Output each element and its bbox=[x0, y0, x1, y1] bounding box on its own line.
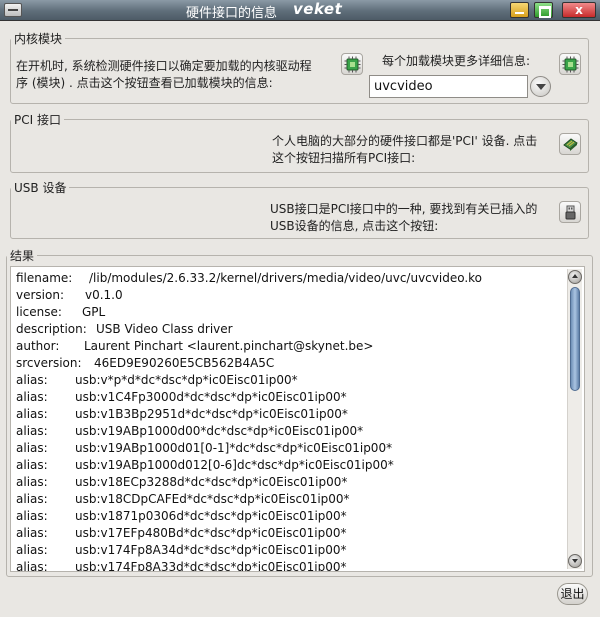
minimize-button[interactable] bbox=[510, 2, 529, 18]
result-key: author: bbox=[16, 339, 60, 353]
result-key: alias: bbox=[16, 373, 48, 387]
result-value: USB Video Class driver bbox=[96, 322, 233, 336]
scan-usb-button[interactable] bbox=[559, 201, 581, 223]
result-value: usb:v19ABp1000d00*dc*dsc*dp*ic0Eisc01ip0… bbox=[75, 424, 364, 438]
result-key: alias: bbox=[16, 458, 48, 472]
result-key: alias: bbox=[16, 390, 48, 404]
result-key: alias: bbox=[16, 424, 48, 438]
result-key: alias: bbox=[16, 407, 48, 421]
pci-desc-2: 这个按钮扫描所有PCI接口: bbox=[272, 151, 416, 165]
result-value: usb:v19ABp1000d01[0-1]*dc*dsc*dp*ic0Eisc… bbox=[75, 441, 393, 455]
pci-desc-1: 个人电脑的大部分的硬件接口都是'PCI' 设备. 点击 bbox=[272, 134, 538, 148]
chip-icon bbox=[562, 56, 579, 73]
exit-button[interactable]: 退出 bbox=[557, 583, 588, 605]
result-value: usb:v174Fp8A33d*dc*dsc*dp*ic0Eisc01ip00* bbox=[75, 560, 347, 572]
result-line: alias: usb:v1871p0306d*dc*dsc*dp*ic0Eisc0… bbox=[16, 508, 564, 525]
kernel-modules-desc-1: 在开机时, 系统检测硬件接口以确定要加载的内核驱动程 bbox=[16, 59, 312, 73]
result-line: alias: usb:v174Fp8A33d*dc*dsc*dp*ic0Eisc0… bbox=[16, 559, 564, 572]
pci-label: PCI 接口 bbox=[11, 111, 64, 128]
results-content: filename: /lib/modules/2.6.33.2/kernel/dr… bbox=[16, 270, 564, 572]
close-button[interactable]: x bbox=[562, 2, 596, 18]
result-line: srcversion: 46ED9E90260E5CB562B4A5C bbox=[16, 355, 564, 372]
result-key: alias: bbox=[16, 560, 48, 572]
title-bar[interactable]: 硬件接口的信息 veket x bbox=[0, 0, 600, 21]
result-line: author: Laurent Pinchart <laurent.pinchar… bbox=[16, 338, 564, 355]
module-details-button[interactable] bbox=[559, 53, 581, 75]
result-line: alias: usb:v1B3Bp2951d*dc*dsc*dp*ic0Eisc0… bbox=[16, 406, 564, 423]
result-line: alias: usb:v*p*d*dc*dsc*dp*ic0Eisc01ip00* bbox=[16, 372, 564, 389]
results-label: 结果 bbox=[7, 247, 38, 264]
result-value: usb:v18ECp3288d*dc*dsc*dp*ic0Eisc01ip00* bbox=[75, 475, 348, 489]
result-key: version: bbox=[16, 288, 64, 302]
kernel-modules-desc-2: 序 (模块) . 点击这个按钮查看已加载模块的信息: bbox=[16, 76, 273, 90]
result-value: usb:v19ABp1000d012[0-6]dc*dsc*dp*ic0Eisc… bbox=[75, 458, 394, 472]
module-details-label: 每个加载模块更多详细信息: bbox=[382, 54, 531, 68]
card-icon bbox=[563, 138, 578, 151]
result-line: alias: usb:v19ABp1000d01[0-1]*dc*dsc*dp*i… bbox=[16, 440, 564, 457]
result-value: usb:v1C4Fp3000d*dc*dsc*dp*ic0Eisc01ip00* bbox=[75, 390, 347, 404]
maximize-button[interactable] bbox=[534, 2, 553, 18]
module-select-input[interactable]: uvcvideo bbox=[369, 75, 528, 98]
result-value: usb:v18CDpCAFEd*dc*dsc*dp*ic0Eisc01ip00* bbox=[75, 492, 350, 506]
result-key: srcversion: bbox=[16, 356, 82, 370]
usb-plug-icon bbox=[565, 205, 576, 220]
show-modules-button[interactable] bbox=[341, 53, 363, 75]
chip-icon bbox=[344, 56, 361, 73]
result-key: filename: bbox=[16, 271, 73, 285]
window-brand: veket bbox=[293, 0, 343, 18]
result-line: alias: usb:v18CDpCAFEd*dc*dsc*dp*ic0Eisc0… bbox=[16, 491, 564, 508]
result-line: alias: usb:v19ABp1000d00*dc*dsc*dp*ic0Eis… bbox=[16, 423, 564, 440]
result-line: description: USB Video Class driver bbox=[16, 321, 564, 338]
usb-desc-2: USB设备的信息, 点击这个按钮: bbox=[270, 219, 439, 233]
usb-desc-1: USB接口是PCI接口中的一种, 要找到有关已插入的 bbox=[270, 202, 538, 216]
result-key: alias: bbox=[16, 526, 48, 540]
result-key: alias: bbox=[16, 509, 48, 523]
scan-pci-button[interactable] bbox=[559, 133, 581, 155]
scrollbar-thumb[interactable] bbox=[570, 287, 580, 391]
result-value: usb:v*p*d*dc*dsc*dp*ic0Eisc01ip00* bbox=[75, 373, 298, 387]
scroll-up-icon[interactable] bbox=[568, 270, 582, 284]
result-key: alias: bbox=[16, 492, 48, 506]
window-menu-button[interactable] bbox=[4, 3, 22, 17]
result-line: alias: usb:v19ABp1000d012[0-6]dc*dsc*dp*i… bbox=[16, 457, 564, 474]
results-scrollbar[interactable] bbox=[567, 269, 582, 569]
result-key: alias: bbox=[16, 543, 48, 557]
result-value: GPL bbox=[82, 305, 106, 319]
result-value: usb:v17EFp480Bd*dc*dsc*dp*ic0Eisc01ip00* bbox=[75, 526, 347, 540]
result-line: version: v0.1.0 bbox=[16, 287, 564, 304]
result-key: alias: bbox=[16, 475, 48, 489]
result-value: /lib/modules/2.6.33.2/kernel/drivers/med… bbox=[89, 271, 483, 285]
result-key: description: bbox=[16, 322, 87, 336]
result-key: license: bbox=[16, 305, 62, 319]
result-line: alias: usb:v1C4Fp3000d*dc*dsc*dp*ic0Eisc0… bbox=[16, 389, 564, 406]
result-value: v0.1.0 bbox=[85, 288, 123, 302]
window-title: 硬件接口的信息 bbox=[186, 6, 278, 21]
kernel-modules-label: 内核模块 bbox=[11, 30, 66, 47]
result-value: Laurent Pinchart <laurent.pinchart@skyne… bbox=[84, 339, 374, 353]
chevron-down-icon[interactable] bbox=[530, 76, 551, 97]
result-line: license: GPL bbox=[16, 304, 564, 321]
result-line: alias: usb:v18ECp3288d*dc*dsc*dp*ic0Eisc0… bbox=[16, 474, 564, 491]
results-textarea[interactable]: filename: /lib/modules/2.6.33.2/kernel/dr… bbox=[10, 266, 585, 572]
result-line: alias: usb:v17EFp480Bd*dc*dsc*dp*ic0Eisc0… bbox=[16, 525, 564, 542]
usb-label: USB 设备 bbox=[11, 179, 70, 196]
result-line: filename: /lib/modules/2.6.33.2/kernel/dr… bbox=[16, 270, 564, 287]
result-value: 46ED9E90260E5CB562B4A5C bbox=[94, 356, 275, 370]
result-value: usb:v174Fp8A34d*dc*dsc*dp*ic0Eisc01ip00* bbox=[75, 543, 347, 557]
result-value: usb:v1B3Bp2951d*dc*dsc*dp*ic0Eisc01ip00* bbox=[75, 407, 348, 421]
result-key: alias: bbox=[16, 441, 48, 455]
result-line: alias: usb:v174Fp8A34d*dc*dsc*dp*ic0Eisc0… bbox=[16, 542, 564, 559]
scroll-down-icon[interactable] bbox=[568, 554, 582, 568]
result-value: usb:v1871p0306d*dc*dsc*dp*ic0Eisc01ip00* bbox=[75, 509, 347, 523]
